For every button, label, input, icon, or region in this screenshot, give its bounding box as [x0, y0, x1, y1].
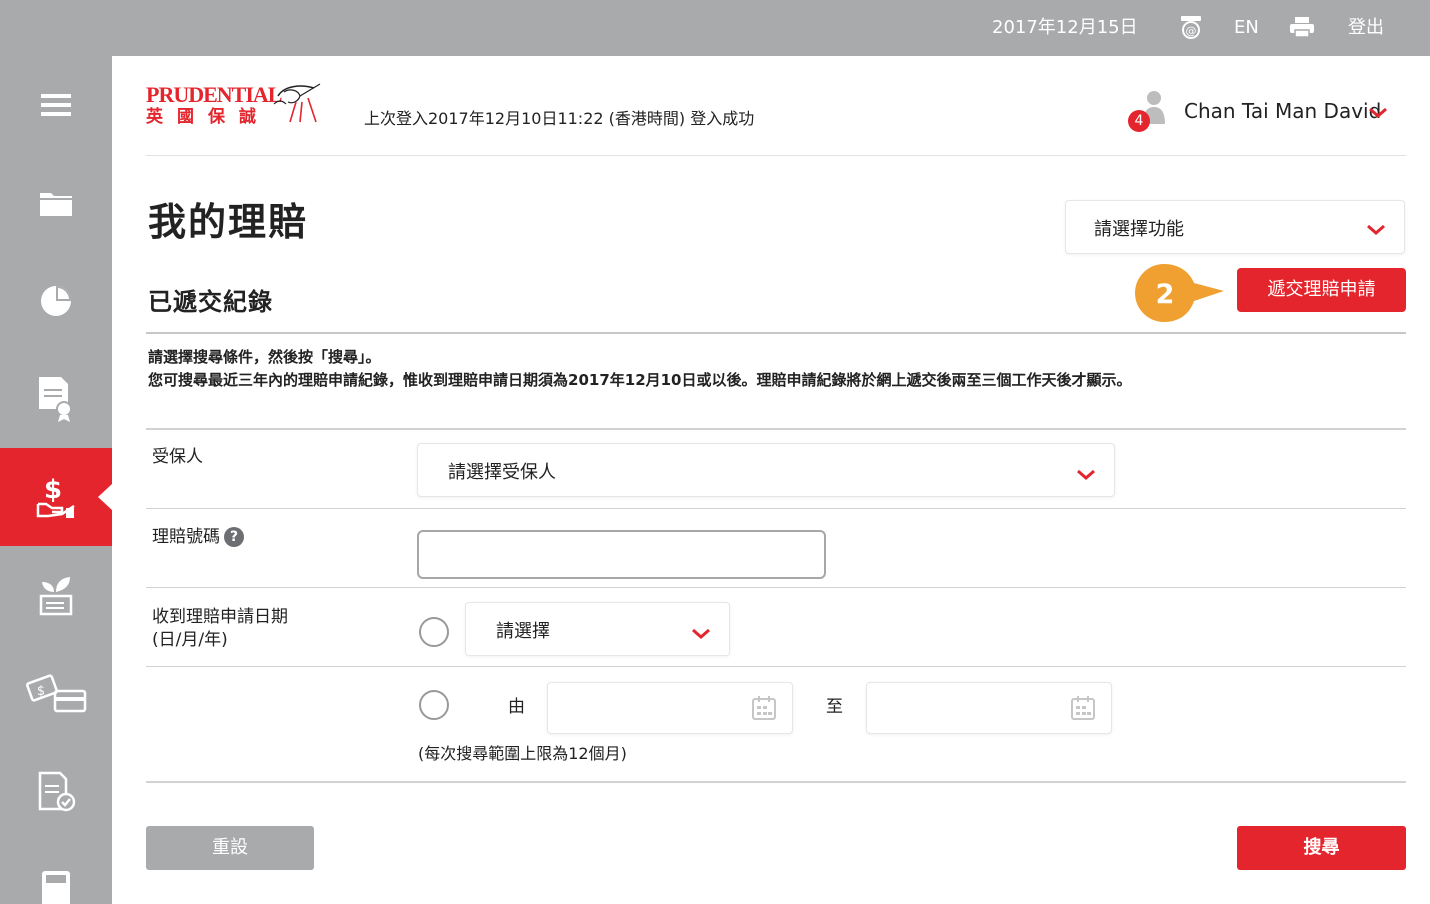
- insured-select[interactable]: 請選擇受保人: [417, 443, 1115, 497]
- from-date-input[interactable]: [547, 682, 793, 734]
- sidebar-item-claims[interactable]: $: [0, 448, 112, 546]
- section-divider: [146, 332, 1406, 334]
- function-select[interactable]: 請選擇功能: [1065, 200, 1405, 254]
- date-period-select-value: 請選擇: [496, 621, 550, 642]
- chevron-down-icon: [1076, 466, 1096, 485]
- submit-claim-button[interactable]: 遞交理賠申請: [1237, 268, 1406, 312]
- claim-number-input[interactable]: [417, 530, 826, 579]
- help-icon[interactable]: ?: [224, 527, 244, 547]
- main-content: PRUDENTIAL 英國保誠 上次登入2017年12月10日11:22 (香港…: [112, 56, 1430, 904]
- calendar-icon[interactable]: [1071, 696, 1095, 724]
- to-date-input[interactable]: [866, 682, 1112, 734]
- chevron-down-icon: [1366, 221, 1386, 240]
- reset-button[interactable]: 重設: [146, 826, 314, 870]
- logo-text-zh: 英國保誠: [146, 107, 270, 127]
- from-label: 由: [508, 697, 525, 717]
- sidebar-item-documents[interactable]: [0, 742, 112, 840]
- header-divider: [146, 155, 1406, 156]
- payment-card-icon: $: [26, 674, 87, 713]
- date-range-radio[interactable]: [419, 690, 449, 720]
- step-number: 2: [1156, 279, 1175, 310]
- user-name[interactable]: Chan Tai Man David: [1184, 98, 1381, 124]
- form-divider: [146, 666, 1406, 667]
- date-range-note: (每次搜尋範圍上限為12個月): [418, 744, 627, 763]
- function-select-value: 請選擇功能: [1094, 219, 1184, 240]
- print-icon[interactable]: [1289, 16, 1315, 38]
- user-menu-chevron-down-icon[interactable]: [1368, 104, 1388, 123]
- page-title: 我的理賠: [148, 200, 309, 244]
- svg-text:$: $: [37, 684, 45, 699]
- certificate-icon: [39, 377, 72, 422]
- sidebar-item-plant[interactable]: [0, 546, 112, 644]
- last-login-text: 上次登入2017年12月10日11:22 (香港時間) 登入成功: [364, 109, 755, 128]
- to-label: 至: [826, 697, 843, 717]
- received-date-label: 收到理賠申請日期: [152, 607, 288, 627]
- insured-select-value: 請選擇受保人: [448, 462, 556, 483]
- claims-money-hand-icon: $: [36, 475, 75, 518]
- form-divider: [146, 508, 1406, 509]
- section-title: 已遞交紀錄: [148, 288, 273, 316]
- claim-number-label-text: 理賠號碼: [152, 527, 220, 547]
- current-date: 2017年12月15日: [992, 17, 1138, 38]
- plant-growth-icon: [39, 577, 73, 616]
- top-bar: 2017年12月15日 @ EN 登出: [0, 0, 1430, 56]
- contact-at-icon[interactable]: @: [1178, 14, 1204, 40]
- sidebar-item-menu[interactable]: [0, 56, 112, 154]
- form-divider: [146, 428, 1406, 430]
- logo-text-en: PRUDENTIAL: [146, 82, 282, 107]
- sidebar-item-payment[interactable]: $: [0, 644, 112, 742]
- notification-badge[interactable]: 4: [1128, 110, 1150, 132]
- date-option-radio[interactable]: [419, 617, 449, 647]
- calendar-icon[interactable]: [752, 696, 776, 724]
- calculator-icon: [42, 871, 70, 904]
- folder-icon: [40, 193, 72, 216]
- logout-link[interactable]: 登出: [1348, 16, 1384, 40]
- received-date-format: (日/月/年): [152, 630, 228, 650]
- step-badge: 2: [1134, 263, 1224, 329]
- chevron-down-icon: [691, 625, 711, 644]
- menu-icon: [41, 94, 71, 116]
- sidebar-item-certificate[interactable]: [0, 350, 112, 448]
- form-divider: [146, 587, 1406, 588]
- sidebar: $ $: [0, 56, 112, 904]
- instruction-text: 請選擇搜尋條件，然後按「搜尋」。: [148, 348, 381, 366]
- sidebar-item-folder[interactable]: [0, 154, 112, 252]
- instruction-note: 您可搜尋最近三年內的理賠申請紀錄，惟收到理賠申請日期須為2017年12月10日或…: [148, 371, 1132, 389]
- claim-number-label: 理賠號碼?: [152, 526, 244, 548]
- svg-text:$: $: [44, 475, 62, 505]
- language-toggle[interactable]: EN: [1234, 16, 1259, 40]
- document-check-icon: [38, 771, 76, 812]
- date-period-select[interactable]: 請選擇: [465, 602, 730, 656]
- pie-chart-icon: [41, 286, 71, 316]
- insured-label: 受保人: [152, 447, 203, 467]
- prudential-logo-icon: [270, 82, 322, 130]
- form-divider: [146, 781, 1406, 783]
- svg-text:@: @: [1186, 25, 1197, 38]
- search-button[interactable]: 搜尋: [1237, 826, 1406, 870]
- sidebar-item-calculator[interactable]: [0, 840, 112, 904]
- sidebar-item-portfolio[interactable]: [0, 252, 112, 350]
